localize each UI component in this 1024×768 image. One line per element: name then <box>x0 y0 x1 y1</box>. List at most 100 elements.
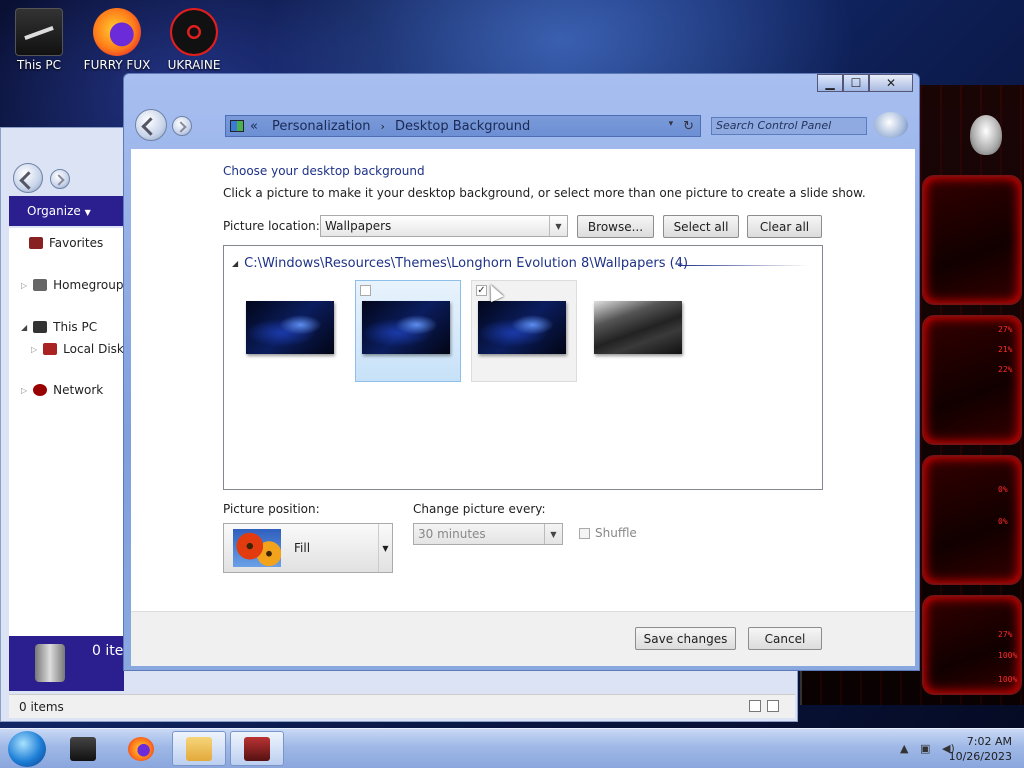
picture-position-dropdown[interactable]: Fill ▼ <box>223 523 393 573</box>
wallpaper-gallery: ◢ C:\Windows\Resources\Themes\Longhorn E… <box>223 245 823 490</box>
desktop-icon-label: FURRY FUX <box>83 58 151 72</box>
wallpaper-thumbnail[interactable] <box>355 280 461 382</box>
change-picture-dropdown[interactable]: 30 minutes ▼ <box>413 523 563 545</box>
back-button[interactable] <box>135 109 167 141</box>
nav-item-homegroup[interactable]: ▷ Homegroup <box>21 278 123 292</box>
nav-item-this-pc[interactable]: ◢ This PC <box>21 320 97 334</box>
gadget-readout: 100% <box>998 675 1018 684</box>
desktop-icon-furry-fux[interactable]: FURRY FUX <box>82 8 152 72</box>
taskbar-item-this-pc[interactable] <box>56 731 110 766</box>
show-hidden-icons-icon[interactable]: ▲ <box>900 742 908 755</box>
status-text: 0 items <box>19 700 64 714</box>
wallpaper-image <box>478 301 566 354</box>
chevron-down-icon: ▼ <box>378 524 392 572</box>
change-picture-value: 30 minutes <box>418 527 486 541</box>
clock-time: 7:02 AM <box>966 735 1012 748</box>
wallpaper-thumbnail[interactable] <box>588 280 694 382</box>
forward-button[interactable] <box>172 116 192 136</box>
page-title: Choose your desktop background <box>223 164 425 178</box>
collapse-icon: ◢ <box>21 322 28 332</box>
taskbar-item-explorer[interactable] <box>172 731 226 766</box>
chevron-right-icon[interactable]: › <box>381 120 385 133</box>
desktop-icon-label: This PC <box>17 58 61 72</box>
browse-button[interactable]: Browse... <box>577 215 654 238</box>
page-description: Click a picture to make it your desktop … <box>223 186 866 200</box>
wallpaper-image <box>594 301 682 354</box>
help-button[interactable] <box>874 112 908 138</box>
network-icon[interactable]: ▣ <box>920 742 930 755</box>
taskbar-item-firefox[interactable] <box>114 731 168 766</box>
gadget-readout: 21% <box>998 345 1013 354</box>
address-bar[interactable]: « Personalization › Desktop Background ▾… <box>225 115 701 137</box>
gadget-readout: 100% <box>998 651 1018 660</box>
save-changes-button[interactable]: Save changes <box>635 627 736 650</box>
alien-logo-icon <box>970 115 1002 155</box>
organize-label: Organize <box>27 204 81 218</box>
gadget-readout: 27% <box>998 325 1013 334</box>
control-panel-icon <box>244 736 270 761</box>
nav-label: This PC <box>53 320 98 334</box>
nav-item-favorites[interactable]: Favorites <box>29 236 103 250</box>
start-button[interactable] <box>8 731 46 767</box>
clock-date: 10/26/2023 <box>948 750 1012 763</box>
desktop-icon-this-pc[interactable]: This PC <box>4 8 74 72</box>
chevron-down-icon: ▼ <box>549 216 567 236</box>
gallery-group-header[interactable]: ◢ C:\Windows\Resources\Themes\Longhorn E… <box>232 256 808 271</box>
shuffle-checkbox[interactable] <box>579 527 590 539</box>
taskbar: ▲ ▣ ◀) 7:02 AM 10/26/2023 <box>0 728 1024 768</box>
wallpaper-image <box>362 301 450 354</box>
control-panel-icon <box>230 120 244 132</box>
shuffle-option[interactable]: Shuffle <box>579 526 637 540</box>
gadget-readout: 22% <box>998 365 1013 374</box>
refresh-icon[interactable]: ↻ <box>683 119 694 134</box>
picture-location-label: Picture location: <box>223 219 320 233</box>
chevron-down-icon: ▼ <box>544 524 562 544</box>
picture-location-value: Wallpapers <box>325 219 392 233</box>
control-panel-window[interactable]: ▁ ☐ ✕ « Personalization › Desktop Backgr… <box>123 73 920 671</box>
wallpaper-checkbox[interactable] <box>360 285 371 296</box>
search-input[interactable]: Search Control Panel <box>711 117 867 135</box>
window-caption-buttons: ▁ ☐ ✕ <box>817 74 913 92</box>
breadcrumb-personalization[interactable]: Personalization <box>272 119 371 134</box>
desktop-icon-ukraine[interactable]: UKRAINE <box>159 8 229 72</box>
this-pc-icon <box>70 736 96 761</box>
favorites-icon <box>29 237 43 249</box>
maximize-button[interactable]: ☐ <box>843 74 869 92</box>
minimize-button[interactable]: ▁ <box>817 74 843 92</box>
group-divider <box>678 265 808 266</box>
radiation-icon <box>170 8 218 56</box>
breadcrumb-desktop-background[interactable]: Desktop Background <box>395 119 530 134</box>
expand-icon: ▷ <box>21 385 28 395</box>
gadget-readout: 0% <box>998 517 1008 526</box>
picture-location-dropdown[interactable]: Wallpapers ▼ <box>320 215 568 237</box>
details-view-icon[interactable] <box>749 700 761 712</box>
this-pc-icon <box>15 8 63 56</box>
wallpaper-thumbnail[interactable] <box>238 280 344 382</box>
organize-menu[interactable]: Organize ▼ <box>9 196 124 226</box>
explorer-forward-button[interactable] <box>50 169 70 189</box>
content-pane: Choose your desktop background Click a p… <box>131 149 915 611</box>
folder-icon <box>186 736 212 761</box>
breadcrumb-overflow[interactable]: « <box>250 119 258 134</box>
wallpaper-image <box>246 301 334 354</box>
dialog-footer: Save changes Cancel <box>131 611 915 666</box>
change-picture-label: Change picture every: <box>413 502 546 516</box>
clear-all-button[interactable]: Clear all <box>747 215 822 238</box>
network-icon <box>33 384 48 396</box>
close-button[interactable]: ✕ <box>869 74 913 92</box>
large-icons-view-icon[interactable] <box>767 700 779 712</box>
clock[interactable]: 7:02 AM 10/26/2023 <box>949 734 1012 764</box>
drive-icon <box>43 343 58 355</box>
explorer-back-button[interactable] <box>13 163 43 193</box>
collapse-icon[interactable]: ◢ <box>232 259 238 268</box>
cancel-button[interactable]: Cancel <box>748 627 822 650</box>
chevron-down-icon[interactable]: ▾ <box>669 119 674 134</box>
select-all-button[interactable]: Select all <box>663 215 739 238</box>
nav-item-network[interactable]: ▷ Network <box>21 383 103 397</box>
system-tray: ▲ ▣ ◀) 7:02 AM 10/26/2023 <box>874 729 1024 768</box>
shuffle-label: Shuffle <box>595 526 637 540</box>
taskbar-item-control-panel[interactable] <box>230 731 284 766</box>
homegroup-icon <box>33 279 48 291</box>
search-placeholder: Search Control Panel <box>716 119 832 132</box>
group-title: C:\Windows\Resources\Themes\Longhorn Evo… <box>244 256 689 271</box>
